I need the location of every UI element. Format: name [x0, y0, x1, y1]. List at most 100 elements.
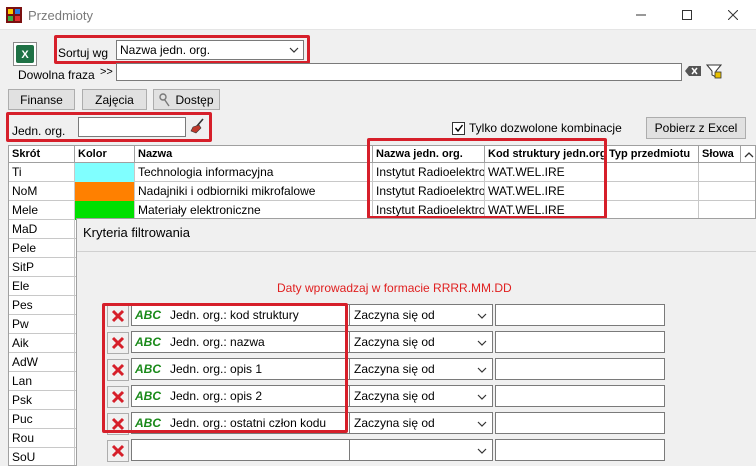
criterion-operator: Zaczyna się od	[354, 389, 435, 403]
chevron-down-icon	[477, 394, 487, 400]
cell-words	[699, 182, 755, 201]
criterion-operator-select[interactable]: Zaczyna się od	[349, 331, 493, 353]
cell-struct: WAT.WEL.IRE	[485, 163, 606, 182]
cell-type	[606, 163, 699, 182]
cell-code: AdW	[9, 353, 75, 372]
svg-text:X: X	[21, 49, 29, 61]
remove-criterion-button[interactable]	[107, 305, 129, 327]
criterion-field-select[interactable]: ABC Jedn. org.: opis 1	[131, 358, 369, 380]
criterion-value-input[interactable]	[495, 439, 665, 461]
clear-phrase-button[interactable]	[683, 62, 703, 80]
criterion-operator-select[interactable]: Zaczyna się od	[349, 412, 493, 434]
dostep-button[interactable]: Dostęp	[153, 89, 220, 110]
zajecia-button[interactable]: Zajęcia	[82, 89, 147, 110]
cell-code: Mele	[9, 201, 75, 220]
table-row[interactable]: Ti Technologia informacyjna Instytut Radio…	[9, 163, 755, 182]
text-type-tag: ABC	[135, 362, 161, 376]
criterion-field-select[interactable]: ABC Jedn. org.: kod struktury	[131, 304, 369, 326]
criterion-field-select[interactable]	[131, 439, 369, 461]
minimize-button[interactable]	[618, 0, 664, 30]
filter-separator	[77, 251, 756, 252]
criterion-field: Jedn. org.: nazwa	[170, 335, 265, 349]
criterion-field-select[interactable]: ABC Jedn. org.: opis 2	[131, 385, 369, 407]
remove-criterion-button[interactable]	[107, 332, 129, 354]
allowed-checkbox[interactable]	[452, 121, 465, 135]
scroll-up-button[interactable]	[741, 146, 755, 163]
excel-export-button[interactable]: X	[13, 42, 37, 66]
remove-criterion-button[interactable]	[107, 413, 129, 435]
maximize-button[interactable]	[664, 0, 710, 30]
cell-words	[699, 163, 755, 182]
criterion-value-input[interactable]	[495, 358, 665, 380]
phrase-input[interactable]	[116, 63, 682, 81]
cell-code: Psk	[9, 391, 75, 410]
allowed-label: Tylko dozwolone kombinacje	[469, 121, 622, 135]
table-row[interactable]: NoM Nadajniki i odbiorniki mikrofalowe Ins…	[9, 182, 755, 201]
phrase-label: Dowolna fraza	[18, 68, 95, 82]
broom-icon	[190, 118, 204, 134]
criterion-operator-select[interactable]: Zaczyna się od	[349, 358, 493, 380]
org-input[interactable]	[78, 117, 186, 137]
date-format-hint: Daty wprowadzaj w formacie RRRR.MM.DD	[277, 281, 512, 295]
delete-icon	[111, 363, 125, 377]
close-button[interactable]	[710, 0, 756, 30]
criterion-value-input[interactable]	[495, 304, 665, 326]
criterion-operator-select[interactable]: Zaczyna się od	[349, 385, 493, 407]
cell-code: MaD	[9, 220, 75, 239]
excel-import-button[interactable]: Pobierz z Excel	[646, 117, 746, 139]
filter-options-button[interactable]	[704, 61, 724, 81]
criterion-field-select[interactable]: ABC Jedn. org.: ostatni człon kodu	[131, 412, 369, 434]
criterion-value-input[interactable]	[495, 331, 665, 353]
criterion-value-input[interactable]	[495, 385, 665, 407]
chevron-down-icon	[477, 313, 487, 319]
criterion-field-select[interactable]: ABC Jedn. org.: nazwa	[131, 331, 369, 353]
text-type-tag: ABC	[135, 389, 161, 403]
cell-code: Pw	[9, 315, 75, 334]
remove-criterion-button[interactable]	[107, 359, 129, 381]
org-label: Jedn. org.	[12, 124, 66, 138]
delete-icon	[111, 417, 125, 431]
col-nazwa[interactable]: Nazwa	[135, 146, 373, 163]
criterion-operator: Zaczyna się od	[354, 308, 435, 322]
col-kolor[interactable]: Kolor	[75, 146, 135, 163]
col-slowa[interactable]: Słowa	[699, 146, 741, 163]
check-icon	[454, 124, 463, 133]
color-swatch	[75, 163, 135, 182]
chevron-down-icon	[477, 421, 487, 427]
criterion-field: Jedn. org.: opis 2	[170, 389, 263, 403]
maximize-icon	[682, 10, 692, 20]
org-clear-button[interactable]	[188, 116, 208, 136]
col-nazwa-jedn[interactable]: Nazwa jedn. org.	[373, 146, 485, 163]
close-icon	[728, 10, 738, 20]
text-type-tag: ABC	[135, 335, 161, 349]
chevron-up-icon	[744, 151, 754, 157]
text-type-tag: ABC	[135, 416, 161, 430]
cell-code: Aik	[9, 334, 75, 353]
filter-title: Kryteria filtrowania	[83, 225, 190, 240]
window-title: Przedmioty	[28, 8, 94, 23]
criterion-operator-select[interactable]: Zaczyna się od	[349, 304, 493, 326]
chevron-down-icon	[289, 47, 299, 53]
col-skrot[interactable]: Skrót	[9, 146, 75, 163]
remove-criterion-button[interactable]	[107, 440, 129, 462]
col-kod-struktury[interactable]: Kod struktury jedn.org.	[485, 146, 606, 163]
criterion-operator: Zaczyna się od	[354, 362, 435, 376]
phrase-prefix: >>	[100, 66, 113, 78]
cell-name: Technologia informacyjna	[135, 163, 373, 182]
color-swatch	[75, 182, 135, 201]
criterion-operator-select[interactable]	[349, 439, 493, 461]
finanse-button[interactable]: Finanse	[8, 89, 75, 110]
sort-label: Sortuj wg	[58, 46, 109, 60]
text-type-tag: ABC	[135, 308, 161, 322]
col-typ[interactable]: Typ przedmiotu	[606, 146, 699, 163]
allowed-combinations[interactable]: Tylko dozwolone kombinacje	[452, 121, 622, 135]
sort-value: Nazwa jedn. org.	[120, 43, 211, 57]
remove-criterion-button[interactable]	[107, 386, 129, 408]
cell-struct: WAT.WEL.IRE	[485, 182, 606, 201]
delete-icon	[111, 390, 125, 404]
cell-code: Rou	[9, 429, 75, 448]
sort-select[interactable]: Nazwa jedn. org.	[116, 40, 304, 60]
chevron-down-icon	[477, 367, 487, 373]
criterion-value-input[interactable]	[495, 412, 665, 434]
grid-header: Skrót Kolor Nazwa Nazwa jedn. org. Kod s…	[9, 146, 755, 163]
